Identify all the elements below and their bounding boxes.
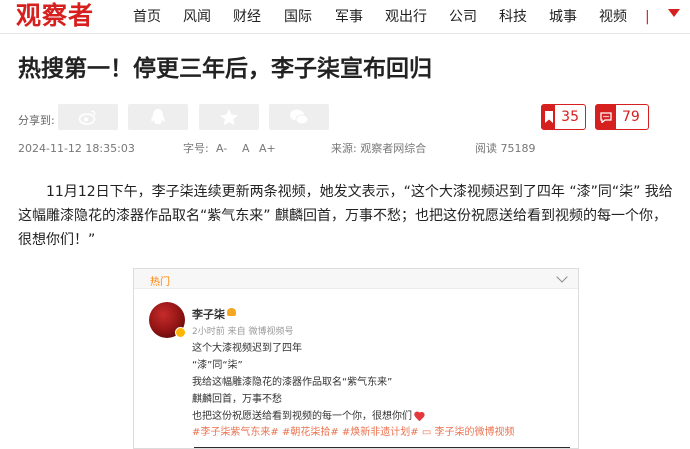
nav-item-finance[interactable]: 财经: [233, 8, 261, 26]
nav-item-international[interactable]: 国际: [284, 8, 312, 26]
card-header: 热门: [134, 269, 578, 289]
weibo-post-line: “漆”同“柒”: [192, 360, 243, 371]
weibo-post-line-last: 也把这份祝愿送给看到视频的每一个你，很想你们: [192, 410, 424, 423]
verified-badge-icon: [175, 327, 186, 338]
nav-item-tech[interactable]: 科技: [499, 8, 527, 26]
weibo-post-line: 这个大漆视频迟到了四年: [192, 343, 302, 354]
nav-item-home[interactable]: 首页: [133, 8, 161, 26]
heart-icon: [414, 412, 424, 421]
site-logo[interactable]: 观察者: [16, 1, 94, 31]
article-paragraph: 11月12日下午，李子柒连续更新两条视频，她发文表示，“这个大漆视频迟到了四年 …: [18, 184, 673, 248]
weibo-user-name[interactable]: 李子柒: [192, 306, 225, 322]
article-datetime: 2024-11-12 18:35:03: [18, 142, 135, 155]
weibo-post-line: 我给这幅雕漆隐花的漆器作品取名“紫气东来”: [192, 377, 393, 388]
weibo-tags-row: #李子柒紫气东来# #朝花柒拾# #焕新非遗计划# ▭ 李子柒的微博视频: [192, 426, 515, 439]
video-link-icon: ▭: [421, 427, 432, 438]
card-hot-tag: 热门: [150, 277, 170, 288]
nav-separator: |: [645, 9, 650, 25]
weibo-post-line-text: 也把这份祝愿送给看到视频的每一个你，很想你们: [192, 411, 412, 422]
comment-count-badge[interactable]: 79: [595, 104, 649, 130]
top-nav: 观察者 首页 风闻 财经 国际 军事 观出行 公司 科技 城事 视频 |: [0, 0, 690, 34]
weibo-post-line: 麒麟回首，万事不愁: [192, 394, 282, 405]
bookmark-icon: [542, 105, 556, 129]
nav-item-travel[interactable]: 观出行: [385, 8, 427, 26]
qq-icon: [151, 109, 165, 124]
article-source: 来源: 观察者网综合: [331, 142, 427, 155]
embedded-weibo-card: 热门 李子柒 2小时前 来自 微博视频号 这个大漆视频迟到了四年 “漆”同“柒”…: [133, 268, 579, 449]
wechat-icon: [290, 109, 309, 125]
font-small-button[interactable]: A-: [216, 142, 227, 156]
article-views: 阅读 75189: [475, 142, 536, 155]
share-qzone-button[interactable]: [199, 104, 259, 130]
comment-count: 79: [622, 109, 640, 125]
nav-item-city[interactable]: 城事: [549, 8, 577, 26]
weibo-hashtag[interactable]: #李子柒紫气东来#: [192, 427, 279, 438]
article-headline: 热搜第一！停更三年后，李子柒宣布回归: [18, 56, 432, 82]
nav-item-company[interactable]: 公司: [449, 8, 477, 26]
weibo-hashtag[interactable]: #朝花柒拾#: [282, 427, 339, 438]
font-large-button[interactable]: A+: [259, 142, 276, 156]
font-size-label: 字号:: [183, 142, 209, 155]
weibo-icon: [78, 110, 96, 125]
comment-icon: [596, 105, 616, 129]
nav-item-video[interactable]: 视频: [599, 8, 627, 26]
nav-item-fengwen[interactable]: 风闻: [183, 8, 211, 26]
nav-more-chevron-icon[interactable]: [668, 9, 680, 17]
weibo-hashtag[interactable]: #焕新非遗计划#: [342, 427, 419, 438]
weibo-post-meta: 2小时前 来自 微博视频号: [192, 327, 294, 337]
chevron-down-icon[interactable]: [556, 271, 568, 283]
share-qq-button[interactable]: [128, 104, 188, 130]
share-wechat-button[interactable]: [269, 104, 329, 130]
like-count: 35: [561, 109, 579, 125]
qzone-star-icon: [220, 109, 238, 126]
like-count-badge[interactable]: 35: [541, 104, 586, 130]
nav-item-military[interactable]: 军事: [335, 8, 363, 26]
font-normal-button[interactable]: A: [242, 142, 250, 156]
share-label: 分享到:: [18, 114, 55, 127]
share-weibo-button[interactable]: [58, 104, 118, 130]
weibo-video-link[interactable]: 李子柒的微博视频: [435, 427, 515, 438]
crown-icon: [227, 308, 236, 316]
